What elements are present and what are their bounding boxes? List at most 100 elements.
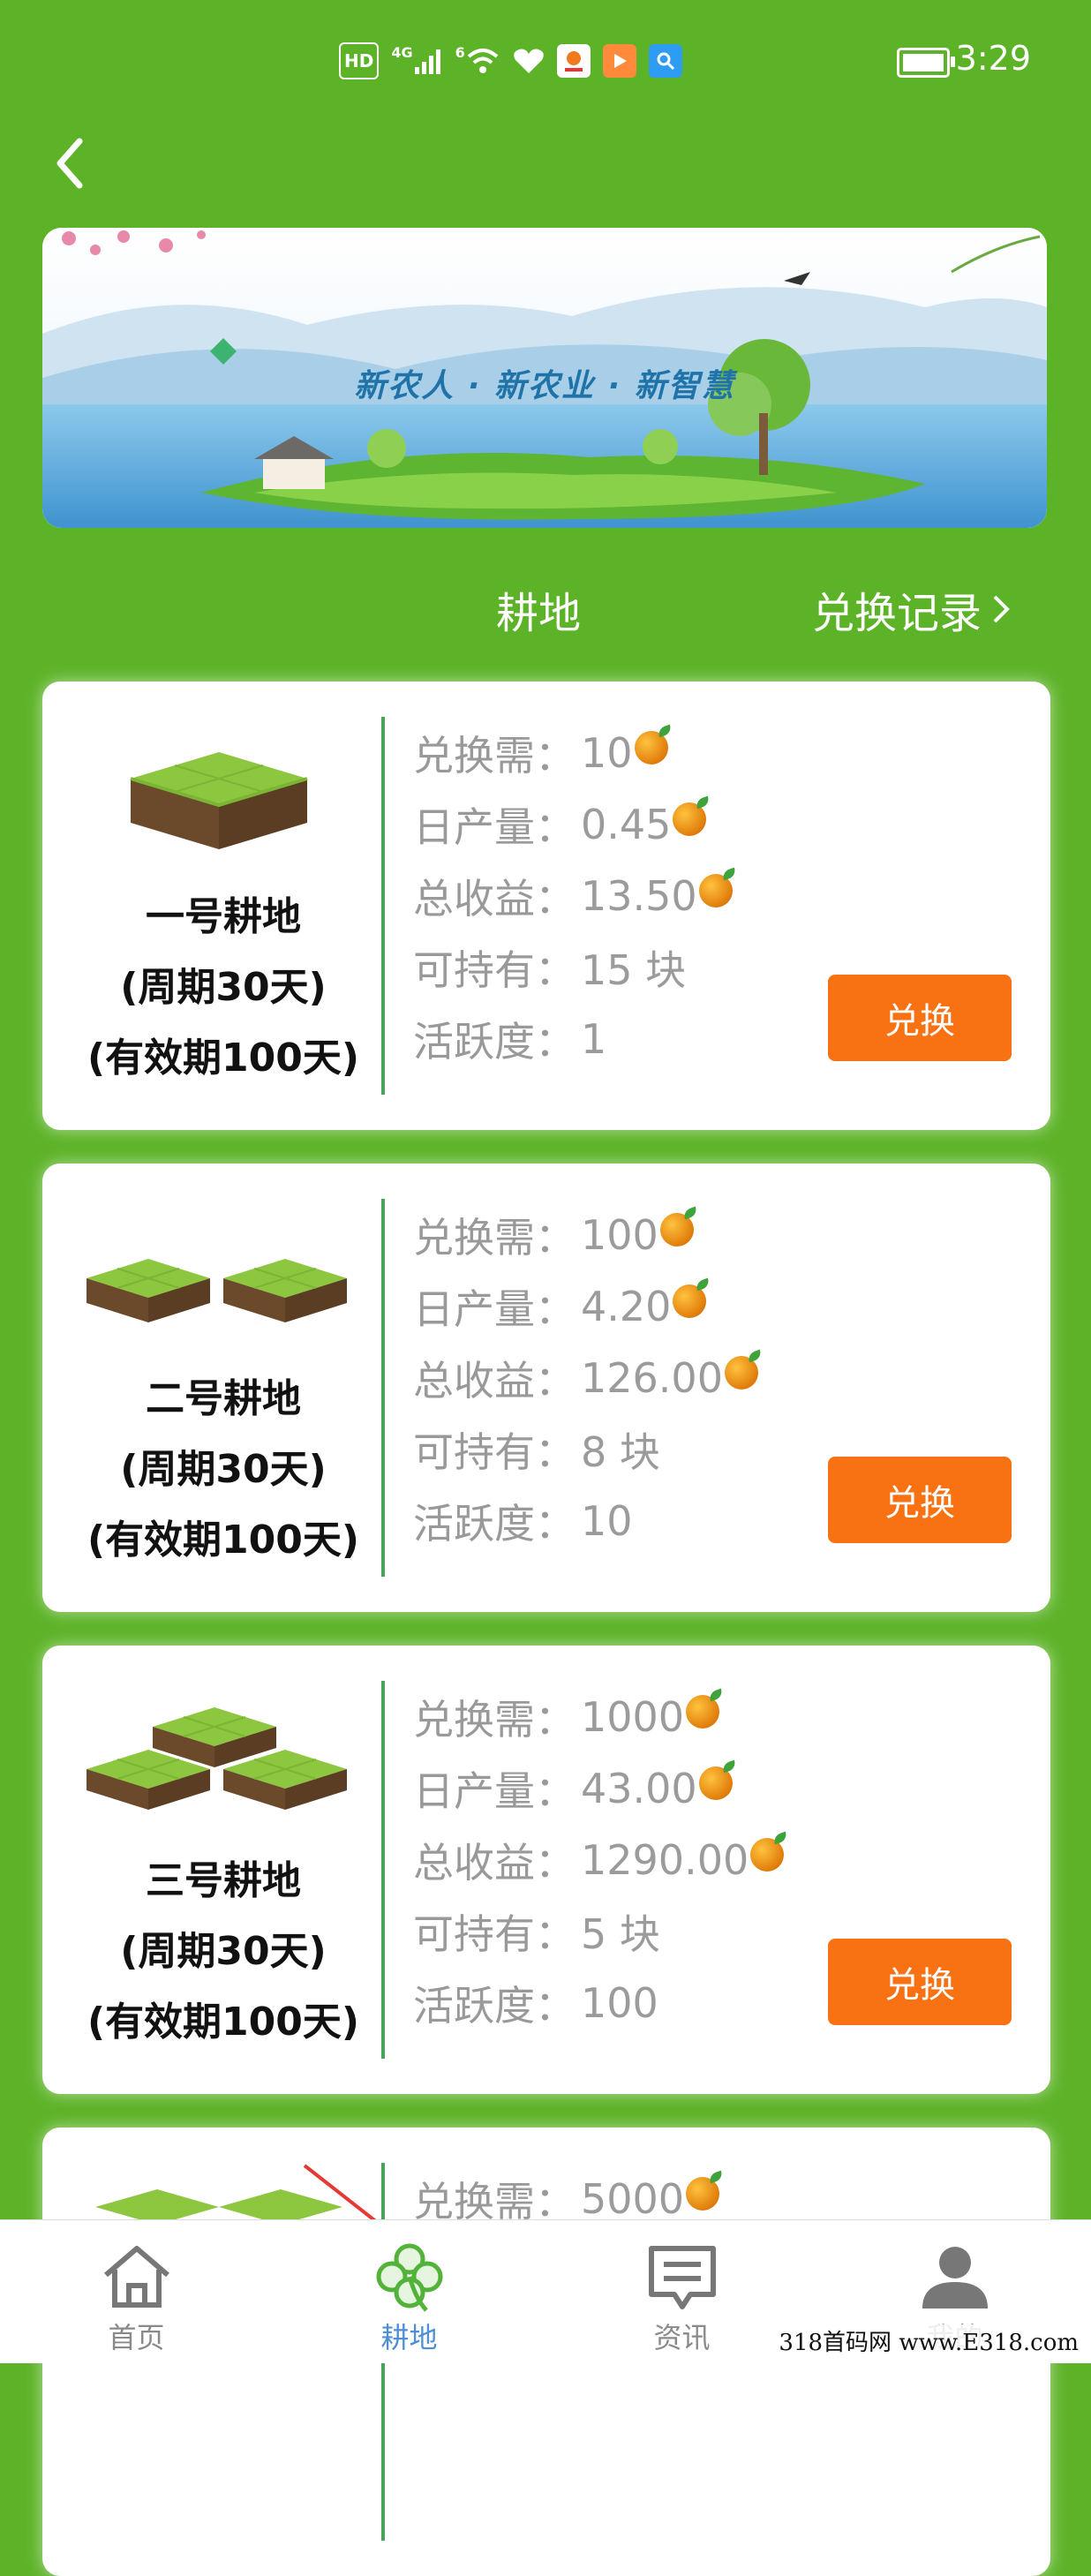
total-value: 126.00 bbox=[581, 1353, 723, 1402]
nav-farmland-label: 耕地 bbox=[380, 2321, 438, 2354]
hold-row: 可持有： 5 块 bbox=[413, 1895, 784, 1967]
exchange-button[interactable]: 兑换 bbox=[828, 1939, 1012, 2025]
hold-value: 8 块 bbox=[581, 1427, 660, 1476]
exchange-record-link[interactable]: 兑换记录 bbox=[812, 578, 1012, 640]
orange-coin-icon bbox=[673, 802, 707, 836]
hold-value: 5 块 bbox=[581, 1909, 660, 1958]
plot-cycle: (周期30天) bbox=[120, 1929, 327, 1974]
clock: 3:29 bbox=[955, 39, 1031, 78]
orange-coin-icon bbox=[750, 1837, 785, 1872]
status-bar: HD 4G 6 3:29 bbox=[0, 0, 1091, 124]
daily-value: 4.20 bbox=[581, 1282, 672, 1330]
farmland-card: 三号耕地 (周期30天) (有效期100天) 兑换需： 1000 日产量： 43.0… bbox=[42, 1646, 1050, 2094]
active-value: 1 bbox=[581, 1014, 607, 1063]
watermark: 318首码网 www.E318.com bbox=[775, 2324, 1082, 2357]
orange-coin-icon bbox=[634, 730, 668, 765]
total-row: 总收益： 13.50 bbox=[413, 860, 733, 931]
orange-coin-icon bbox=[698, 1766, 733, 1800]
user-icon bbox=[922, 2247, 988, 2309]
orange-coin-icon bbox=[686, 2176, 720, 2211]
daily-label: 日产量： bbox=[413, 1766, 576, 1815]
plot-info: 一号耕地 (周期30天) (有效期100天) bbox=[42, 682, 378, 1130]
chevron-left-icon bbox=[56, 138, 83, 189]
clover-icon bbox=[376, 2243, 443, 2312]
exchange-button[interactable]: 兑换 bbox=[828, 975, 1012, 1061]
hold-row: 可持有： 15 块 bbox=[413, 931, 733, 1003]
health-heart-icon bbox=[513, 44, 545, 78]
card-divider bbox=[381, 1199, 385, 1577]
daily-value: 0.45 bbox=[581, 800, 672, 848]
search-app-icon bbox=[648, 44, 682, 78]
orange-coin-icon bbox=[698, 873, 733, 908]
card-divider bbox=[381, 1681, 385, 2059]
daily-row: 日产量： 0.45 bbox=[413, 788, 733, 860]
orange-coin-icon bbox=[659, 1212, 694, 1247]
home-icon bbox=[104, 2246, 169, 2308]
plot-details: 兑换需： 10 日产量： 0.45 总收益： 13.50 可持有： 15 块 活跃度： 1 bbox=[413, 717, 733, 1074]
daily-label: 日产量： bbox=[413, 802, 576, 851]
price-value: 100 bbox=[581, 1210, 658, 1259]
active-row: 活跃度： 100 bbox=[413, 1967, 784, 2038]
price-label: 兑换需： bbox=[413, 1695, 576, 1744]
active-value: 100 bbox=[581, 1978, 658, 2027]
card-divider bbox=[381, 717, 385, 1095]
price-label: 兑换需： bbox=[413, 731, 576, 780]
back-button[interactable] bbox=[44, 132, 97, 194]
active-value: 10 bbox=[581, 1496, 633, 1545]
price-value: 5000 bbox=[581, 2174, 685, 2223]
price-row: 兑换需： 1000 bbox=[413, 1681, 784, 1752]
active-label: 活跃度： bbox=[413, 1499, 576, 1548]
farmland-tile-illustration bbox=[130, 752, 308, 849]
signal-icon: 4G bbox=[391, 44, 442, 78]
total-value: 13.50 bbox=[581, 871, 697, 920]
promo-banner[interactable]: 新农人 · 新农业 · 新智慧 bbox=[42, 228, 1047, 528]
price-value: 1000 bbox=[581, 1692, 685, 1741]
status-icons: HD 4G 6 bbox=[339, 42, 682, 79]
app-notification-icon bbox=[556, 44, 591, 78]
plot-details: 兑换需： 100 日产量： 4.20 总收益： 126.00 可持有： 8 块 活跃度：… bbox=[413, 1199, 758, 1556]
daily-row: 日产量： 4.20 bbox=[413, 1270, 758, 1342]
wifi-icon: 6 bbox=[455, 44, 500, 78]
plot-info: 三号耕地 (周期30天) (有效期100天) bbox=[42, 1646, 378, 2094]
plot-validity: (有效期100天) bbox=[87, 1518, 360, 1563]
total-label: 总收益： bbox=[413, 1838, 576, 1887]
page-title: 耕地 bbox=[496, 589, 582, 638]
orange-coin-icon bbox=[724, 1355, 758, 1390]
exchange-record-label: 兑换记录 bbox=[812, 589, 982, 638]
total-label: 总收益： bbox=[413, 1356, 576, 1405]
nav-home-label: 首页 bbox=[108, 2321, 165, 2354]
nav-farmland[interactable]: 耕地 bbox=[273, 2220, 546, 2363]
orange-coin-icon bbox=[686, 1694, 720, 1729]
plot-validity: (有效期100天) bbox=[87, 2000, 360, 2045]
banner-slogan: 新农人 · 新农业 · 新智慧 bbox=[354, 368, 735, 404]
nav-home[interactable]: 首页 bbox=[0, 2220, 273, 2363]
daily-value: 43.00 bbox=[581, 1764, 697, 1812]
hold-label: 可持有： bbox=[413, 945, 576, 994]
farmland-tile-illustration bbox=[87, 1707, 347, 1810]
total-label: 总收益： bbox=[413, 874, 576, 923]
plot-name: 二号耕地 bbox=[146, 1376, 301, 1421]
hold-row: 可持有： 8 块 bbox=[413, 1413, 758, 1485]
plot-validity: (有效期100天) bbox=[87, 1036, 360, 1081]
video-app-icon bbox=[602, 44, 636, 78]
farmland-tile-illustration bbox=[87, 1259, 347, 1322]
daily-label: 日产量： bbox=[413, 1284, 576, 1333]
price-value: 10 bbox=[581, 728, 633, 777]
total-row: 总收益： 126.00 bbox=[413, 1342, 758, 1413]
plot-cycle: (周期30天) bbox=[120, 1447, 327, 1492]
price-row: 兑换需： 100 bbox=[413, 1199, 758, 1270]
plot-name: 三号耕地 bbox=[146, 1858, 301, 1903]
plot-details: 兑换需： 1000 日产量： 43.00 总收益： 1290.00 可持有： 5 块 活… bbox=[413, 1681, 785, 2038]
active-label: 活跃度： bbox=[413, 1017, 576, 1066]
total-value: 1290.00 bbox=[581, 1835, 749, 1884]
battery-icon bbox=[897, 48, 955, 78]
hold-value: 15 块 bbox=[581, 945, 687, 994]
active-label: 活跃度： bbox=[413, 1981, 576, 2030]
price-row: 兑换需： 10 bbox=[413, 717, 733, 788]
exchange-button[interactable]: 兑换 bbox=[828, 1457, 1012, 1543]
plot-name: 一号耕地 bbox=[146, 894, 301, 939]
orange-coin-icon bbox=[673, 1284, 707, 1318]
message-icon bbox=[649, 2246, 716, 2309]
active-row: 活跃度： 1 bbox=[413, 1003, 733, 1074]
hold-label: 可持有： bbox=[413, 1427, 576, 1476]
